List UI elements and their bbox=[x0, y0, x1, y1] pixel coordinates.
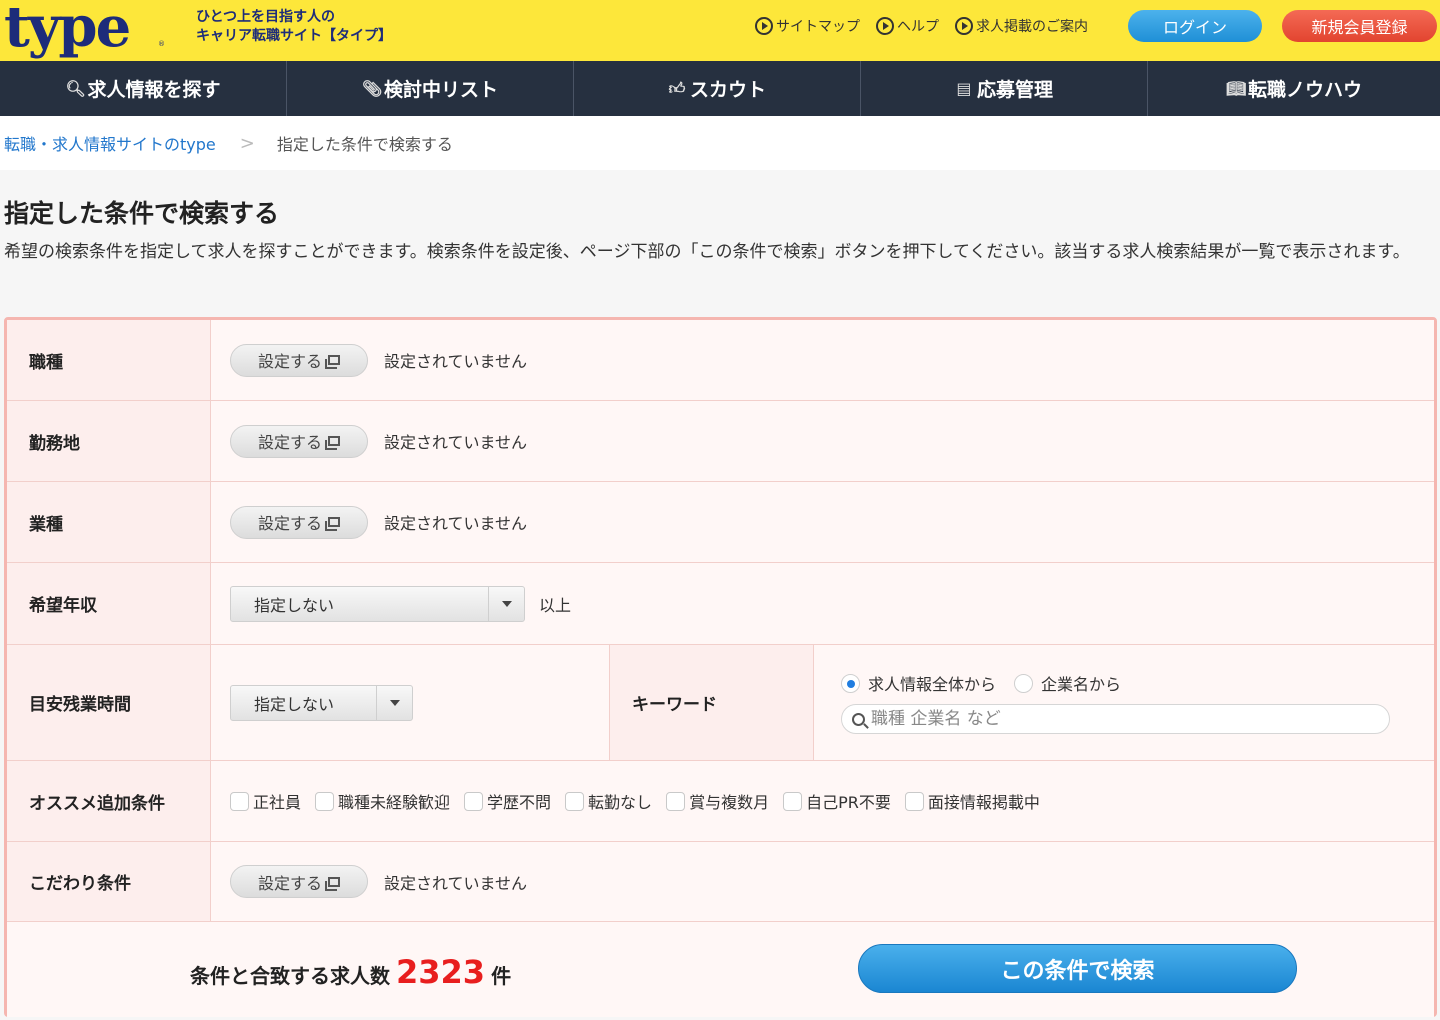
row-overtime-keyword: 目安残業時間 指定しない キーワード 求人情報全体から 企業名から bbox=[7, 645, 1434, 761]
site-logo[interactable]: type bbox=[4, 0, 131, 55]
job-type-set-button[interactable]: 設定する bbox=[230, 343, 368, 377]
nav-watchlist[interactable]: 📎︎ 検討中リスト bbox=[287, 61, 574, 116]
site-tagline: ひとつ上を目指す人の キャリア転職サイト【タイプ】 bbox=[196, 8, 392, 46]
chevron-down-icon bbox=[501, 600, 512, 607]
play-circle-icon bbox=[876, 17, 894, 35]
register-button[interactable]: 新規会員登録 bbox=[1282, 10, 1437, 42]
nav-scout[interactable]: 👍︎ スカウト bbox=[574, 61, 861, 116]
tagline-line2: キャリア転職サイト【タイプ】 bbox=[196, 28, 392, 44]
top-header: type ® ひとつ上を目指す人の キャリア転職サイト【タイプ】 サイトマップ … bbox=[0, 0, 1440, 61]
result-count: 条件と合致する求人数 2323 件 bbox=[190, 953, 512, 991]
main-nav: 🔍︎ 求人情報を探す 📎︎ 検討中リスト 👍︎ スカウト ▤ 応募管理 📖︎ 転職ノウハウ bbox=[0, 61, 1440, 116]
tagline-line1: ひとつ上を目指す人の bbox=[196, 9, 336, 25]
nav-search-jobs[interactable]: 🔍︎ 求人情報を探す bbox=[0, 61, 287, 116]
search-submit-button[interactable]: この条件で検索 bbox=[858, 944, 1297, 993]
overtime-select[interactable]: 指定しない bbox=[230, 684, 413, 721]
special-set-button[interactable]: 設定する bbox=[230, 865, 368, 898]
row-job-type: 職種 設定する 設定されていません bbox=[7, 320, 1434, 401]
recommend-checkboxes: 正社員 職種未経験歓迎 学歴不問 転勤なし 賞与複数月 自己PR不要 面接情報掲… bbox=[230, 789, 1040, 813]
popup-window-icon bbox=[325, 436, 340, 450]
breadcrumb-current: 指定した条件で検索する bbox=[276, 135, 453, 154]
keyword-input[interactable] bbox=[871, 709, 1371, 729]
chevron-down-icon bbox=[389, 699, 400, 706]
industry-status: 設定されていません bbox=[384, 514, 528, 533]
checkbox-no-education[interactable]: 学歴不問 bbox=[464, 789, 551, 813]
industry-label: 業種 bbox=[7, 482, 211, 562]
job-type-label: 職種 bbox=[7, 320, 211, 400]
nav-knowhow[interactable]: 📖︎ 転職ノウハウ bbox=[1148, 61, 1440, 116]
radio-company-name[interactable]: 企業名から bbox=[1014, 671, 1121, 695]
industry-set-button[interactable]: 設定する bbox=[230, 505, 368, 539]
search-icon: 🔍︎ bbox=[65, 79, 86, 98]
radio-selected bbox=[841, 673, 860, 693]
search-icon bbox=[852, 712, 865, 726]
paperclip-icon: 📎︎ bbox=[361, 79, 383, 98]
thumbs-up-icon: 👍︎ bbox=[668, 78, 686, 98]
row-salary: 希望年収 指定しない 以上 bbox=[7, 563, 1434, 645]
page-title: 指定した条件で検索する bbox=[4, 199, 280, 228]
sitemap-link[interactable]: サイトマップ bbox=[755, 16, 860, 36]
radio-unselected bbox=[1014, 673, 1034, 693]
document-icon: ▤ bbox=[956, 79, 972, 98]
search-form-panel: 職種 設定する 設定されていません 勤務地 設定する 設定されていません 業種 … bbox=[4, 317, 1437, 1017]
job-posting-info-link[interactable]: 求人掲載のご案内 bbox=[955, 16, 1088, 36]
book-icon: 📖︎ bbox=[1225, 79, 1247, 98]
play-circle-icon bbox=[755, 17, 773, 35]
keyword-scope-radios: 求人情報全体から 企業名から bbox=[841, 671, 1121, 695]
breadcrumb-separator: > bbox=[239, 132, 255, 154]
keyword-label: キーワード bbox=[610, 645, 814, 760]
help-link[interactable]: ヘルプ bbox=[876, 16, 939, 36]
popup-window-icon bbox=[325, 355, 340, 369]
location-status: 設定されていません bbox=[384, 433, 528, 452]
location-label: 勤務地 bbox=[7, 401, 211, 481]
header-links: サイトマップ ヘルプ 求人掲載のご案内 bbox=[755, 16, 1088, 36]
checkbox-no-experience[interactable]: 職種未経験歓迎 bbox=[315, 789, 450, 813]
row-location: 勤務地 設定する 設定されていません bbox=[7, 401, 1434, 482]
nav-applications[interactable]: ▤ 応募管理 bbox=[861, 61, 1148, 116]
checkbox-full-time[interactable]: 正社員 bbox=[230, 789, 301, 813]
checkbox-no-transfer[interactable]: 転勤なし bbox=[565, 789, 652, 813]
salary-suffix: 以上 bbox=[539, 595, 572, 615]
page-intro: 希望の検索条件を指定して求人を探すことができます。検索条件を設定後、ページ下部の… bbox=[4, 242, 1410, 262]
job-type-status: 設定されていません bbox=[384, 352, 528, 371]
checkbox-bonus[interactable]: 賞与複数月 bbox=[666, 789, 769, 813]
result-count-number: 2323 bbox=[396, 953, 486, 991]
recommend-label: オススメ追加条件 bbox=[7, 761, 211, 841]
popup-window-icon bbox=[325, 876, 340, 891]
breadcrumb: 転職・求人情報サイトのtype > 指定した条件で検索する bbox=[0, 116, 1440, 170]
location-set-button[interactable]: 設定する bbox=[230, 424, 368, 458]
special-status: 設定されていません bbox=[384, 873, 528, 893]
registered-mark: ® bbox=[158, 40, 165, 48]
salary-label: 希望年収 bbox=[7, 563, 211, 644]
form-footer: 条件と合致する求人数 2323 件 この条件で検索 bbox=[7, 922, 1434, 1017]
checkbox-no-pr[interactable]: 自己PR不要 bbox=[783, 789, 891, 813]
keyword-input-wrapper bbox=[841, 704, 1390, 734]
breadcrumb-home-link[interactable]: 転職・求人情報サイトのtype bbox=[4, 131, 216, 155]
row-special: こだわり条件 設定する 設定されていません bbox=[7, 842, 1434, 922]
special-label: こだわり条件 bbox=[7, 842, 211, 921]
popup-window-icon bbox=[325, 517, 340, 531]
row-industry: 業種 設定する 設定されていません bbox=[7, 482, 1434, 563]
play-circle-icon bbox=[955, 17, 973, 35]
login-button[interactable]: ログイン bbox=[1128, 10, 1262, 42]
row-recommended: オススメ追加条件 正社員 職種未経験歓迎 学歴不問 転勤なし 賞与複数月 自己P… bbox=[7, 761, 1434, 842]
checkbox-interview-info[interactable]: 面接情報掲載中 bbox=[904, 789, 1040, 813]
radio-all-info[interactable]: 求人情報全体から bbox=[841, 671, 996, 695]
overtime-label: 目安残業時間 bbox=[7, 645, 211, 760]
salary-select[interactable]: 指定しない bbox=[230, 585, 525, 622]
